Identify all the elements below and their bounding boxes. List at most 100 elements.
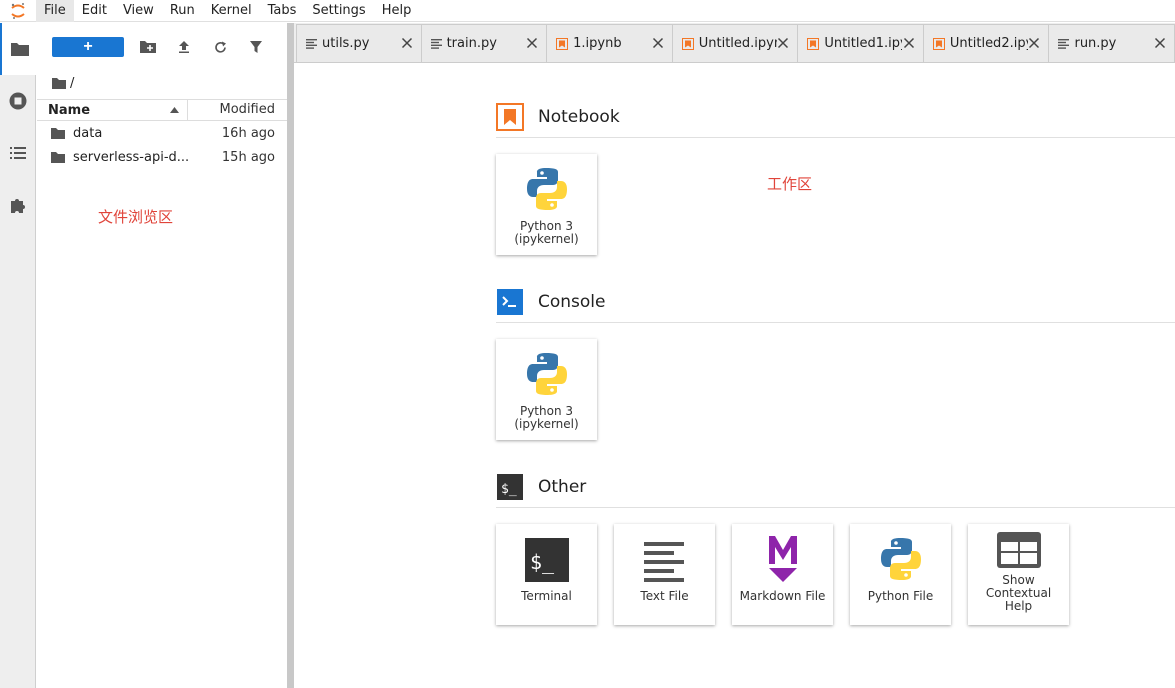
tab-2[interactable]: 1.ipynb (547, 24, 673, 62)
menu-tabs[interactable]: Tabs (260, 0, 305, 22)
folder-icon (10, 43, 29, 56)
filter-button[interactable] (238, 37, 274, 57)
text-file-card[interactable]: Text File (614, 524, 715, 625)
menu-help[interactable]: Help (374, 0, 420, 22)
sort-up-icon (170, 107, 179, 113)
file-browser-tab[interactable] (0, 23, 37, 75)
tab-label: run.py (1074, 36, 1117, 51)
list-item[interactable]: data 16h ago (37, 121, 287, 145)
close-icon[interactable] (777, 37, 789, 49)
tab-1[interactable]: train.py (421, 24, 548, 62)
card-sublabel: (ipykernel) (514, 417, 579, 431)
upload-button[interactable] (166, 37, 202, 57)
menu-kernel[interactable]: Kernel (203, 0, 260, 22)
close-icon[interactable] (903, 37, 915, 49)
tab-label: 1.ipynb (573, 36, 622, 51)
column-name-label: Name (48, 102, 91, 118)
file-browser-annotation: 文件浏览区 (98, 208, 174, 226)
menu-file[interactable]: File (36, 0, 74, 22)
tab-3[interactable]: Untitled.ipynb (672, 24, 799, 62)
notebook-section: Notebook Python 3 (ipykernel) (496, 96, 1175, 255)
tab-4[interactable]: Untitled1.ipynb (798, 24, 924, 62)
tab-label: utils.py (322, 36, 370, 51)
tab-label: Untitled1.ipynb (824, 36, 902, 51)
tab-label: Untitled.ipynb (698, 36, 777, 51)
text-file-icon (430, 38, 442, 49)
breadcrumb-root[interactable]: / (70, 76, 74, 91)
tab-5[interactable]: Untitled2.ipynb (923, 24, 1050, 62)
column-modified[interactable]: Modified (187, 99, 287, 121)
contextual-help-card[interactable]: Show Contextual Help (968, 524, 1069, 625)
card-label: Markdown File (739, 589, 826, 603)
markdown-icon (768, 536, 797, 582)
notebook-icon (556, 37, 569, 50)
other-title: Other (538, 476, 587, 497)
card-label: Terminal (521, 589, 572, 603)
menu-bar: File Edit View Run Kernel Tabs Settings … (0, 0, 1175, 22)
tab-label: train.py (446, 36, 497, 51)
close-icon[interactable] (1154, 37, 1166, 49)
plus-icon: + (83, 38, 93, 55)
tab-0[interactable]: utils.py (296, 24, 422, 62)
svg-text:$_: $_ (530, 550, 555, 574)
new-launcher-button[interactable]: + (52, 37, 124, 57)
menu-edit[interactable]: Edit (74, 0, 115, 22)
running-sessions-tab[interactable] (0, 75, 36, 127)
console-section: Console Python 3 (ipykernel) (496, 281, 1175, 440)
tab-6[interactable]: run.py (1049, 24, 1175, 62)
close-icon[interactable] (1028, 37, 1040, 49)
jupyter-logo-icon (0, 0, 36, 22)
close-icon[interactable] (652, 37, 664, 49)
tab-label: Untitled2.ipynb (949, 36, 1028, 51)
breadcrumb: / (37, 71, 287, 95)
file-browser-toolbar: + (37, 23, 287, 71)
folder-icon[interactable] (52, 77, 66, 89)
console-icon (497, 288, 523, 315)
file-browser: + / Name Modified data 16h ago serverles… (37, 23, 287, 688)
stop-circle-icon (9, 92, 27, 110)
new-folder-icon (140, 41, 156, 53)
contextual-help-icon (996, 532, 1041, 568)
column-name[interactable]: Name (37, 103, 187, 118)
other-section: $_ Other $_ Terminal Text File Markdown … (496, 466, 1175, 625)
python-file-card[interactable]: Python File (850, 524, 951, 625)
terminal-card[interactable]: $_ Terminal (496, 524, 597, 625)
refresh-button[interactable] (202, 37, 238, 57)
close-icon[interactable] (526, 37, 538, 49)
list-item[interactable]: serverless-api-d... 15h ago (37, 145, 287, 169)
terminal-icon: $_ (497, 473, 523, 500)
notebook-icon (932, 37, 945, 50)
notebook-icon (807, 37, 820, 50)
card-sublabel: Help (1004, 599, 1033, 613)
svg-text:$_: $_ (501, 482, 517, 497)
launcher: 工作区 Notebook Python 3 (ipykernel) Console… (294, 64, 1175, 688)
tab-bar: utils.py train.py 1.ipynb Untitled.ipynb Unt… (294, 23, 1175, 63)
text-file-icon (1058, 38, 1070, 49)
list-icon (10, 147, 26, 159)
menu-run[interactable]: Run (162, 0, 203, 22)
menu-view[interactable]: View (115, 0, 162, 22)
python-icon (526, 168, 567, 210)
text-file-icon (643, 542, 684, 582)
panel-splitter[interactable] (287, 23, 294, 688)
puzzle-icon (11, 199, 25, 213)
terminal-icon: $_ (524, 538, 569, 582)
close-icon[interactable] (401, 37, 413, 49)
filter-icon (250, 41, 262, 53)
new-folder-button[interactable] (130, 37, 166, 57)
notebook-python3-card[interactable]: Python 3 (ipykernel) (496, 154, 597, 255)
notebook-icon (496, 102, 524, 131)
file-modified: 15h ago (221, 149, 275, 165)
card-label: Python File (867, 589, 934, 603)
refresh-icon (214, 41, 226, 53)
console-python3-card[interactable]: Python 3 (ipykernel) (496, 339, 597, 440)
markdown-file-card[interactable]: Markdown File (732, 524, 833, 625)
card-label: Text File (640, 589, 689, 603)
activity-bar (0, 23, 37, 688)
folder-icon (51, 151, 65, 163)
console-title: Console (538, 291, 606, 312)
menu-settings[interactable]: Settings (304, 0, 373, 22)
table-of-contents-tab[interactable] (0, 127, 36, 179)
extension-manager-tab[interactable] (0, 179, 36, 231)
card-sublabel: (ipykernel) (514, 232, 579, 246)
